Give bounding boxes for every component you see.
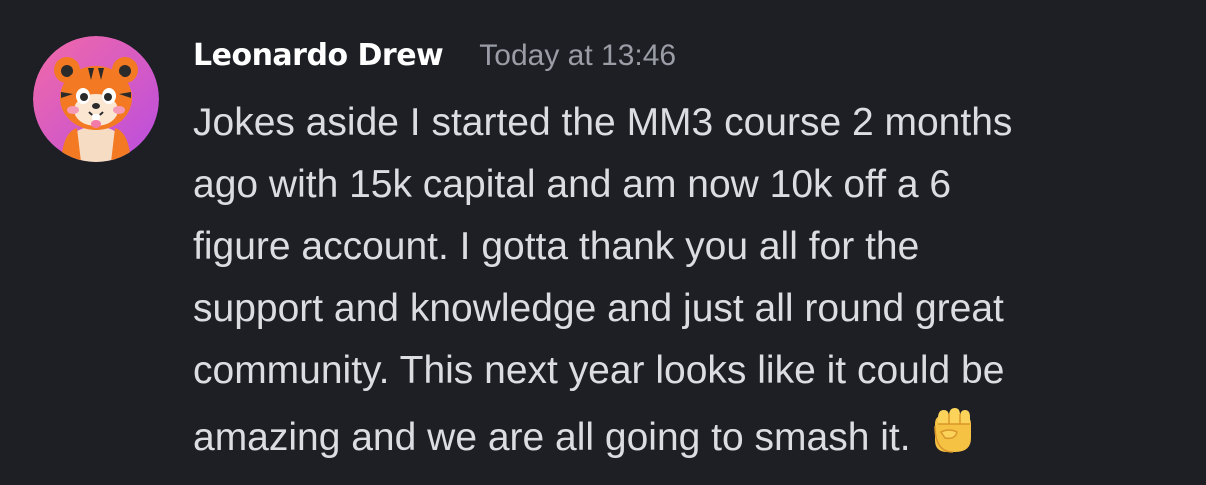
author-name[interactable]: Leonardo Drew bbox=[193, 38, 444, 73]
tiger-avatar-icon bbox=[33, 36, 159, 162]
message-header: Leonardo Drew Today at 13:46 bbox=[193, 38, 1183, 82]
message-timestamp[interactable]: Today at 13:46 bbox=[479, 39, 676, 73]
message-body: Jokes aside I started the MM3 course 2 m… bbox=[193, 92, 1183, 469]
raised-fist-emoji bbox=[925, 402, 979, 456]
raised-fist-icon bbox=[933, 408, 971, 453]
avatar[interactable] bbox=[33, 36, 159, 162]
message-text: Jokes aside I started the MM3 course 2 m… bbox=[193, 101, 1013, 459]
chat-message: Leonardo Drew Today at 13:46 Jokes aside… bbox=[0, 0, 1206, 485]
message-content: Leonardo Drew Today at 13:46 Jokes aside… bbox=[193, 38, 1183, 469]
